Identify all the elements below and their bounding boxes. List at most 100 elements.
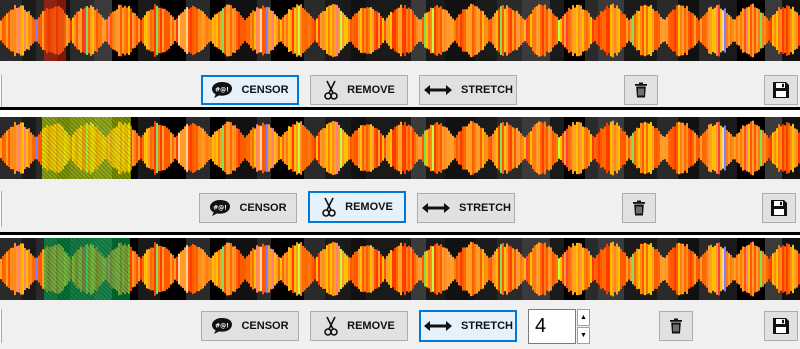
waveform-sample-column: [700, 18, 702, 43]
waveform-sample-column: [376, 11, 378, 50]
waveform-track-3[interactable]: [0, 238, 800, 300]
waveform-sample-column: [734, 19, 736, 42]
waveform-sample-column: [32, 255, 34, 283]
floppy-disk-icon: [770, 199, 788, 217]
waveform-sample-column: [546, 9, 548, 52]
censor-button[interactable]: #@! CENSOR: [201, 311, 299, 341]
waveform-sample-column: [416, 16, 418, 45]
waveform-sample-column: [548, 246, 550, 292]
selection-region[interactable]: [44, 238, 130, 300]
waveform-sample-column: [190, 245, 192, 293]
waveform-sample-column: [694, 132, 696, 164]
waveform-sample-column: [594, 19, 596, 42]
waveform-sample-column: [16, 8, 18, 53]
waveform-sample-column: [254, 11, 256, 50]
waveform-sample-column: [498, 246, 500, 292]
waveform-sample-column: [482, 249, 484, 289]
waveform-sample-column: [320, 12, 322, 49]
waveform-sample-column: [222, 246, 224, 292]
waveform-sample-column: [436, 5, 438, 56]
waveform-sample-column: [362, 124, 364, 172]
waveform-sample-column: [22, 5, 24, 56]
delete-button[interactable]: [624, 75, 658, 105]
save-button[interactable]: [764, 75, 798, 105]
waveform-sample-column: [756, 246, 758, 292]
save-button[interactable]: [764, 311, 798, 341]
waveform-sample-column: [30, 132, 32, 164]
censor-button[interactable]: #@! CENSOR: [199, 193, 297, 223]
waveform-sample-column: [568, 125, 570, 171]
waveform-sample-column: [728, 253, 730, 285]
waveform-sample-column: [228, 121, 230, 175]
waveform-sample-column: [356, 130, 358, 166]
waveform-sample-column: [502, 121, 504, 175]
waveform-sample-column: [192, 5, 194, 56]
waveform-sample-column: [82, 9, 84, 52]
waveform-sample-column: [658, 251, 660, 287]
waveform-sample-column: [30, 15, 32, 46]
save-button[interactable]: [762, 193, 796, 223]
delete-button[interactable]: [659, 311, 693, 341]
waveform-sample-column: [332, 241, 334, 297]
waveform-sample-column: [550, 9, 552, 52]
waveform-sample-column: [236, 11, 238, 50]
waveform-sample-column: [578, 242, 580, 296]
waveform-sample-column: [536, 6, 538, 55]
waveform-track-1[interactable]: [0, 0, 800, 61]
waveform-sample-column: [664, 257, 666, 281]
waveform-sample-column: [96, 8, 98, 53]
censor-label: CENSOR: [241, 84, 289, 96]
toolbar-2: #@! CENSOR REMOVE STRETCH: [0, 179, 800, 232]
waveform-sample-column: [558, 19, 560, 42]
stretch-button[interactable]: STRETCH: [419, 75, 517, 105]
waveform-sample-column: [428, 11, 430, 50]
waveform-sample-column: [604, 247, 606, 291]
waveform-sample-column: [742, 8, 744, 53]
waveform-sample-column: [486, 255, 488, 283]
remove-button[interactable]: REMOVE: [310, 311, 408, 341]
waveform-sample-column: [296, 121, 298, 175]
waveform-sample-column: [442, 9, 444, 52]
waveform-sample-column: [682, 5, 684, 56]
waveform-sample-column: [236, 128, 238, 168]
waveform-sample-column: [144, 253, 146, 285]
waveform-sample-column: [248, 254, 250, 284]
waveform-sample-column: [566, 11, 568, 50]
remove-button[interactable]: REMOVE: [308, 191, 406, 223]
waveform-sample-column: [326, 124, 328, 172]
waveform-sample-column: [464, 126, 466, 170]
waveform-sample-column: [312, 135, 314, 161]
waveform-sample-column: [172, 254, 174, 284]
remove-button[interactable]: REMOVE: [310, 75, 408, 105]
waveform-sample-column: [466, 9, 468, 52]
waveform-sample-column: [414, 132, 416, 164]
stretch-button[interactable]: STRETCH: [417, 193, 515, 223]
waveform-sample-column: [790, 246, 792, 292]
waveform-sample-column: [144, 15, 146, 46]
waveform-sample-column: [322, 128, 324, 168]
waveform-track-2[interactable]: [0, 117, 800, 179]
waveform-sample-column: [270, 127, 272, 169]
waveform-sample-column: [746, 124, 748, 172]
stretch-button[interactable]: STRETCH: [419, 310, 517, 342]
delete-button[interactable]: [622, 193, 656, 223]
waveform-sample-column: [772, 253, 774, 285]
waveform-sample-column: [394, 9, 396, 52]
waveform-sample-column: [8, 128, 10, 168]
waveform-sample-column: [302, 7, 304, 54]
waveform-sample-column: [718, 4, 720, 57]
waveform-sample-column: [260, 246, 262, 292]
waveform-sample-column: [720, 8, 722, 53]
spin-down-button[interactable]: ▼: [577, 327, 590, 344]
waveform-sample-column: [602, 249, 604, 289]
waveform-sample-column: [234, 125, 236, 171]
waveform-sample-column: [442, 126, 444, 170]
waveform-sample-column: [172, 16, 174, 45]
censor-button[interactable]: #@! CENSOR: [201, 75, 299, 105]
speech-bubble-censor-icon: #@!: [209, 199, 231, 217]
spin-up-button[interactable]: ▲: [577, 309, 590, 326]
waveform-sample-column: [260, 8, 262, 53]
waveform-sample-column: [546, 126, 548, 170]
stretch-factor-input[interactable]: 4: [528, 309, 576, 344]
selection-region[interactable]: [42, 117, 131, 179]
